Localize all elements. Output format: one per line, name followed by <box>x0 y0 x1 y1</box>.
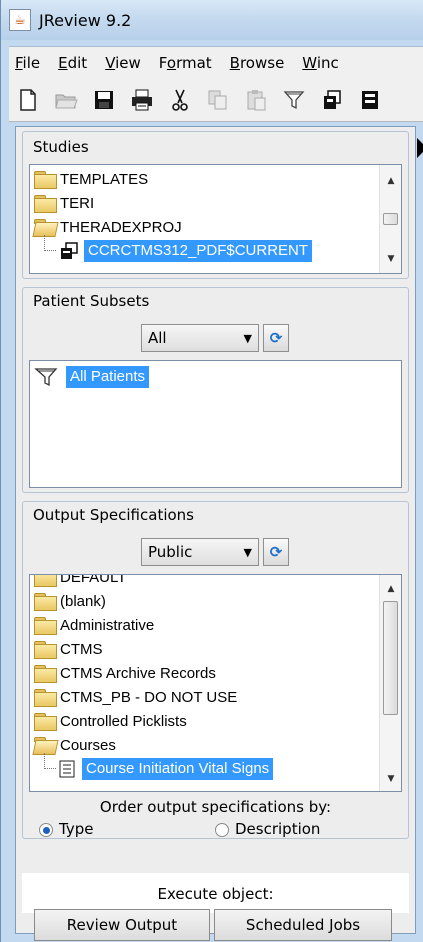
folder-open-icon <box>34 219 56 235</box>
list-item[interactable]: TEMPLATES <box>34 167 148 191</box>
tree-connector <box>44 753 56 769</box>
refresh-output-specs-button[interactable]: ⟳ <box>263 538 289 566</box>
output-specs-group: Output Specifications Public ▼ ⟳ DEFAULT … <box>22 501 409 839</box>
refresh-patient-subsets-button[interactable]: ⟳ <box>263 324 289 352</box>
list-item[interactable]: DEFAULT <box>34 575 126 589</box>
scroll-up-icon[interactable]: ▲ <box>380 171 401 191</box>
folder-icon <box>34 665 57 683</box>
java-app-icon: ☕ <box>9 9 31 31</box>
table-icon[interactable] <box>355 85 385 115</box>
patient-subsets-title: Patient Subsets <box>33 292 150 310</box>
folder-icon <box>34 689 57 707</box>
menu-browse[interactable]: Browse <box>224 54 291 72</box>
refresh-icon: ⟳ <box>269 329 283 347</box>
objects-icon[interactable] <box>317 85 347 115</box>
report-icon <box>59 760 75 778</box>
list-item[interactable]: CTMS_PB - DO NOT USE <box>34 685 237 709</box>
app-window: ☕ JReview 9.2 File Edit View Format Brow… <box>0 0 423 942</box>
menu-bar: File Edit View Format Browse Winc <box>9 46 423 78</box>
list-item[interactable]: CTMS <box>34 637 103 661</box>
list-item-selected[interactable]: CCRCTMS312_PDF$CURRENT <box>58 239 313 263</box>
menu-window[interactable]: Winc <box>296 54 344 72</box>
patient-subset-filter-select[interactable]: All ▼ <box>141 324 259 352</box>
cursor-icon <box>417 138 423 158</box>
folder-icon <box>34 617 57 635</box>
cut-icon[interactable] <box>165 85 195 115</box>
studies-list[interactable]: TEMPLATES TERI THERADEXPROJ CCRCTMS312_P… <box>29 164 402 274</box>
print-icon[interactable] <box>127 85 157 115</box>
review-output-button[interactable]: Review Output <box>34 909 210 941</box>
tree-connector <box>44 235 56 251</box>
toolbar <box>9 78 423 122</box>
scroll-down-icon[interactable]: ▼ <box>380 769 401 789</box>
scroll-down-icon[interactable]: ▼ <box>380 249 401 269</box>
window-title: JReview 9.2 <box>39 10 132 30</box>
folder-icon <box>34 195 57 213</box>
list-item-selected[interactable]: All Patients <box>34 365 150 389</box>
filter-icon[interactable] <box>279 85 309 115</box>
folder-icon <box>34 713 57 731</box>
folder-icon <box>34 593 57 611</box>
copy-icon[interactable] <box>203 85 233 115</box>
list-item[interactable]: TERI <box>34 191 94 215</box>
order-by-type-radio[interactable]: Type <box>39 820 93 838</box>
scheduled-jobs-button[interactable]: Scheduled Jobs <box>214 909 392 941</box>
scroll-thumb[interactable] <box>383 601 398 715</box>
studies-group: Studies TEMPLATES TERI THERADEXPROJ CCRC… <box>22 131 409 279</box>
folder-icon <box>34 641 57 659</box>
database-icon <box>61 242 78 259</box>
list-item[interactable]: Controlled Picklists <box>34 709 187 733</box>
execute-panel: Execute object: <box>22 873 409 913</box>
scroll-thumb[interactable] <box>383 213 398 225</box>
open-icon[interactable] <box>51 85 81 115</box>
folder-icon <box>34 171 57 189</box>
output-specs-list[interactable]: DEFAULT (blank) Administrative CTMS CTMS… <box>29 574 402 792</box>
output-specs-scrollbar[interactable]: ▲ ▼ <box>379 575 401 791</box>
menu-view[interactable]: View <box>99 54 147 72</box>
patient-subsets-list[interactable]: All Patients <box>29 360 402 488</box>
studies-scrollbar[interactable]: ▲ ▼ <box>379 165 401 273</box>
order-by-label: Order output specifications by: <box>99 798 332 816</box>
chevron-down-icon: ▼ <box>243 545 252 559</box>
main-panel: Studies TEMPLATES TERI THERADEXPROJ CCRC… <box>15 126 416 941</box>
title-bar[interactable]: ☕ JReview 9.2 <box>1 0 423 40</box>
scroll-up-icon[interactable]: ▲ <box>380 579 401 599</box>
menu-edit[interactable]: Edit <box>52 54 93 72</box>
folder-icon <box>34 575 57 587</box>
list-item-selected[interactable]: Course Initiation Vital Signs <box>58 757 274 781</box>
filter-icon <box>34 368 58 387</box>
new-icon[interactable] <box>13 85 43 115</box>
radio-selected-icon <box>39 822 53 837</box>
studies-title: Studies <box>33 138 89 156</box>
folder-open-icon <box>34 737 56 753</box>
patient-subsets-group: Patient Subsets All ▼ ⟳ All Patients <box>22 287 409 493</box>
list-item[interactable]: CTMS Archive Records <box>34 661 216 685</box>
menu-format[interactable]: Format <box>153 54 218 72</box>
list-item[interactable]: Administrative <box>34 613 154 637</box>
list-item[interactable]: (blank) <box>34 589 106 613</box>
refresh-icon: ⟳ <box>269 543 283 561</box>
save-icon[interactable] <box>89 85 119 115</box>
output-spec-filter-select[interactable]: Public ▼ <box>141 538 259 566</box>
paste-icon[interactable] <box>241 85 271 115</box>
output-specs-title: Output Specifications <box>33 506 194 524</box>
execute-label: Execute object: <box>157 885 274 903</box>
menu-file[interactable]: File <box>9 54 46 72</box>
list-item[interactable]: THERADEXPROJ <box>34 215 182 239</box>
chevron-down-icon: ▼ <box>243 331 252 345</box>
order-by-description-radio[interactable]: Description <box>215 820 320 838</box>
radio-unselected-icon <box>215 822 229 837</box>
